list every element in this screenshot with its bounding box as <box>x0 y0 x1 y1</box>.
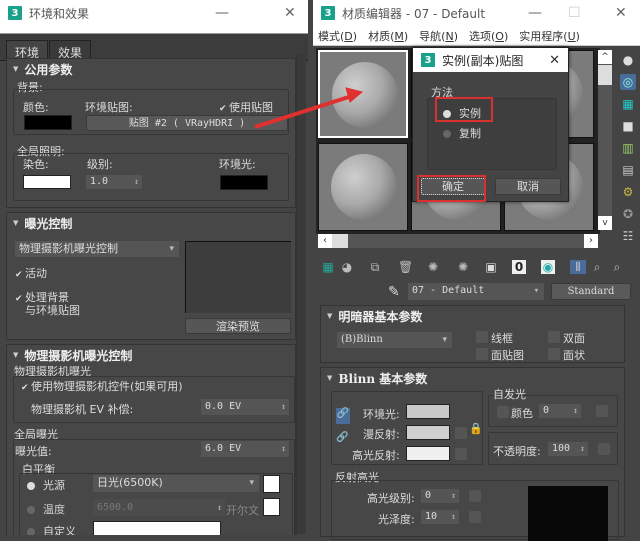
annotation-arrow <box>254 87 364 129</box>
annotation-arrows <box>254 87 364 129</box>
